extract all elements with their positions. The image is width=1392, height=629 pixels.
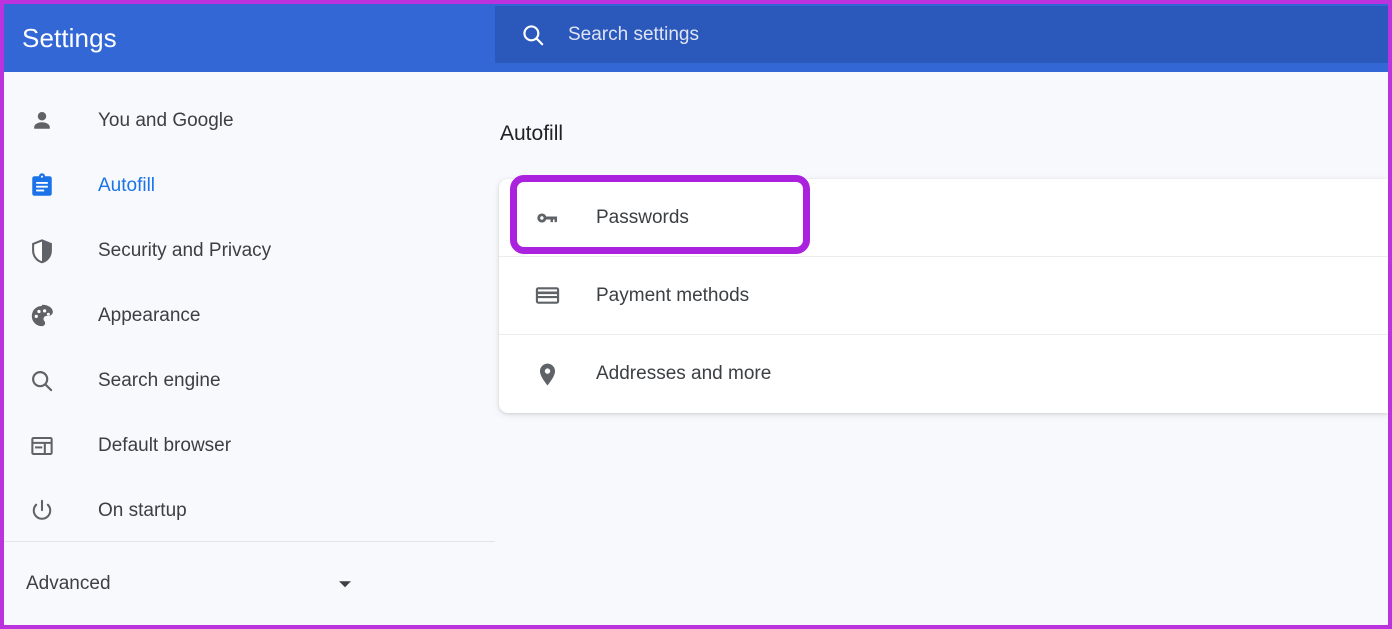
sidebar-item-autofill[interactable]: Autofill: [4, 153, 495, 218]
person-icon: [26, 105, 58, 137]
browser-window-icon: [26, 430, 58, 462]
search-icon: [26, 365, 58, 397]
search-icon: [520, 22, 546, 48]
row-payment-methods[interactable]: Payment methods: [499, 257, 1388, 335]
credit-card-icon: [531, 280, 563, 312]
sidebar-item-label: On startup: [98, 499, 187, 521]
main-content: Autofill Passwords Payment methods Addre…: [495, 72, 1388, 625]
sidebar-item-you-and-google[interactable]: You and Google: [4, 88, 495, 153]
app-header: Settings Search settings: [4, 4, 1388, 72]
row-label: Addresses and more: [596, 363, 772, 384]
sidebar-item-label: Default browser: [98, 434, 232, 456]
sidebar-item-on-startup[interactable]: On startup: [4, 478, 495, 543]
chrome-settings-window: Settings Search settings You and Google …: [0, 0, 1392, 629]
sidebar-item-search-engine[interactable]: Search engine: [4, 348, 495, 413]
header-title-zone: Settings: [4, 4, 495, 72]
sidebar-item-label: Autofill: [98, 174, 156, 196]
search-input[interactable]: Search settings: [568, 24, 699, 46]
sidebar-item-label: Appearance: [98, 304, 201, 326]
sidebar-item-default-browser[interactable]: Default browser: [4, 413, 495, 478]
row-label: Payment methods: [596, 284, 750, 306]
sidebar: You and Google Autofill Security and Pri…: [4, 72, 495, 625]
row-addresses-and-more[interactable]: Addresses and more: [499, 335, 1388, 413]
palette-icon: [26, 300, 58, 332]
advanced-section-toggle[interactable]: Advanced: [4, 541, 495, 625]
sidebar-item-security-and-privacy[interactable]: Security and Privacy: [4, 218, 495, 283]
row-passwords[interactable]: Passwords: [499, 175, 1388, 257]
body-area: You and Google Autofill Security and Pri…: [4, 72, 1388, 625]
location-pin-icon: [531, 358, 563, 390]
autofill-settings-card: Passwords Payment methods Addresses and …: [499, 175, 1388, 413]
chevron-down-icon[interactable]: [334, 573, 356, 595]
power-icon: [26, 495, 58, 527]
sidebar-item-label: Search engine: [98, 369, 221, 391]
advanced-label: Advanced: [26, 572, 111, 594]
clipboard-icon: [26, 170, 58, 202]
section-title: Autofill: [500, 122, 564, 145]
page-title: Settings: [22, 22, 117, 53]
sidebar-item-label: Security and Privacy: [98, 239, 272, 261]
sidebar-item-label: You and Google: [98, 109, 234, 131]
sidebar-item-appearance[interactable]: Appearance: [4, 283, 495, 348]
row-label: Passwords: [596, 206, 689, 228]
search-bar[interactable]: Search settings: [495, 6, 1388, 63]
shield-icon: [26, 235, 58, 267]
key-icon: [531, 202, 563, 234]
